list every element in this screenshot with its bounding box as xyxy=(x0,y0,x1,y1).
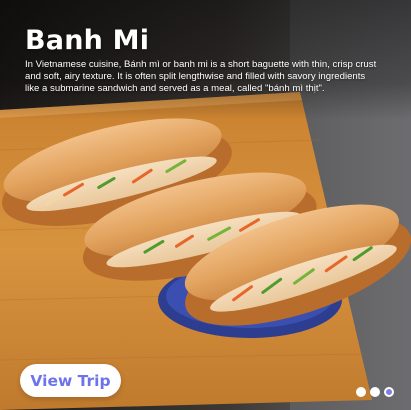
pagination-dot-1[interactable] xyxy=(356,387,366,397)
card-title: Banh Mi xyxy=(25,25,150,56)
pagination-dot-3-active[interactable] xyxy=(384,387,394,397)
food-card: Banh Mi In Vietnamese cuisine, Bánh mì o… xyxy=(0,0,411,410)
view-trip-button[interactable]: View Trip xyxy=(20,364,121,397)
pagination-dot-2[interactable] xyxy=(370,387,380,397)
card-description: In Vietnamese cuisine, Bánh mì or banh m… xyxy=(25,59,377,95)
carousel-pagination xyxy=(356,387,394,397)
